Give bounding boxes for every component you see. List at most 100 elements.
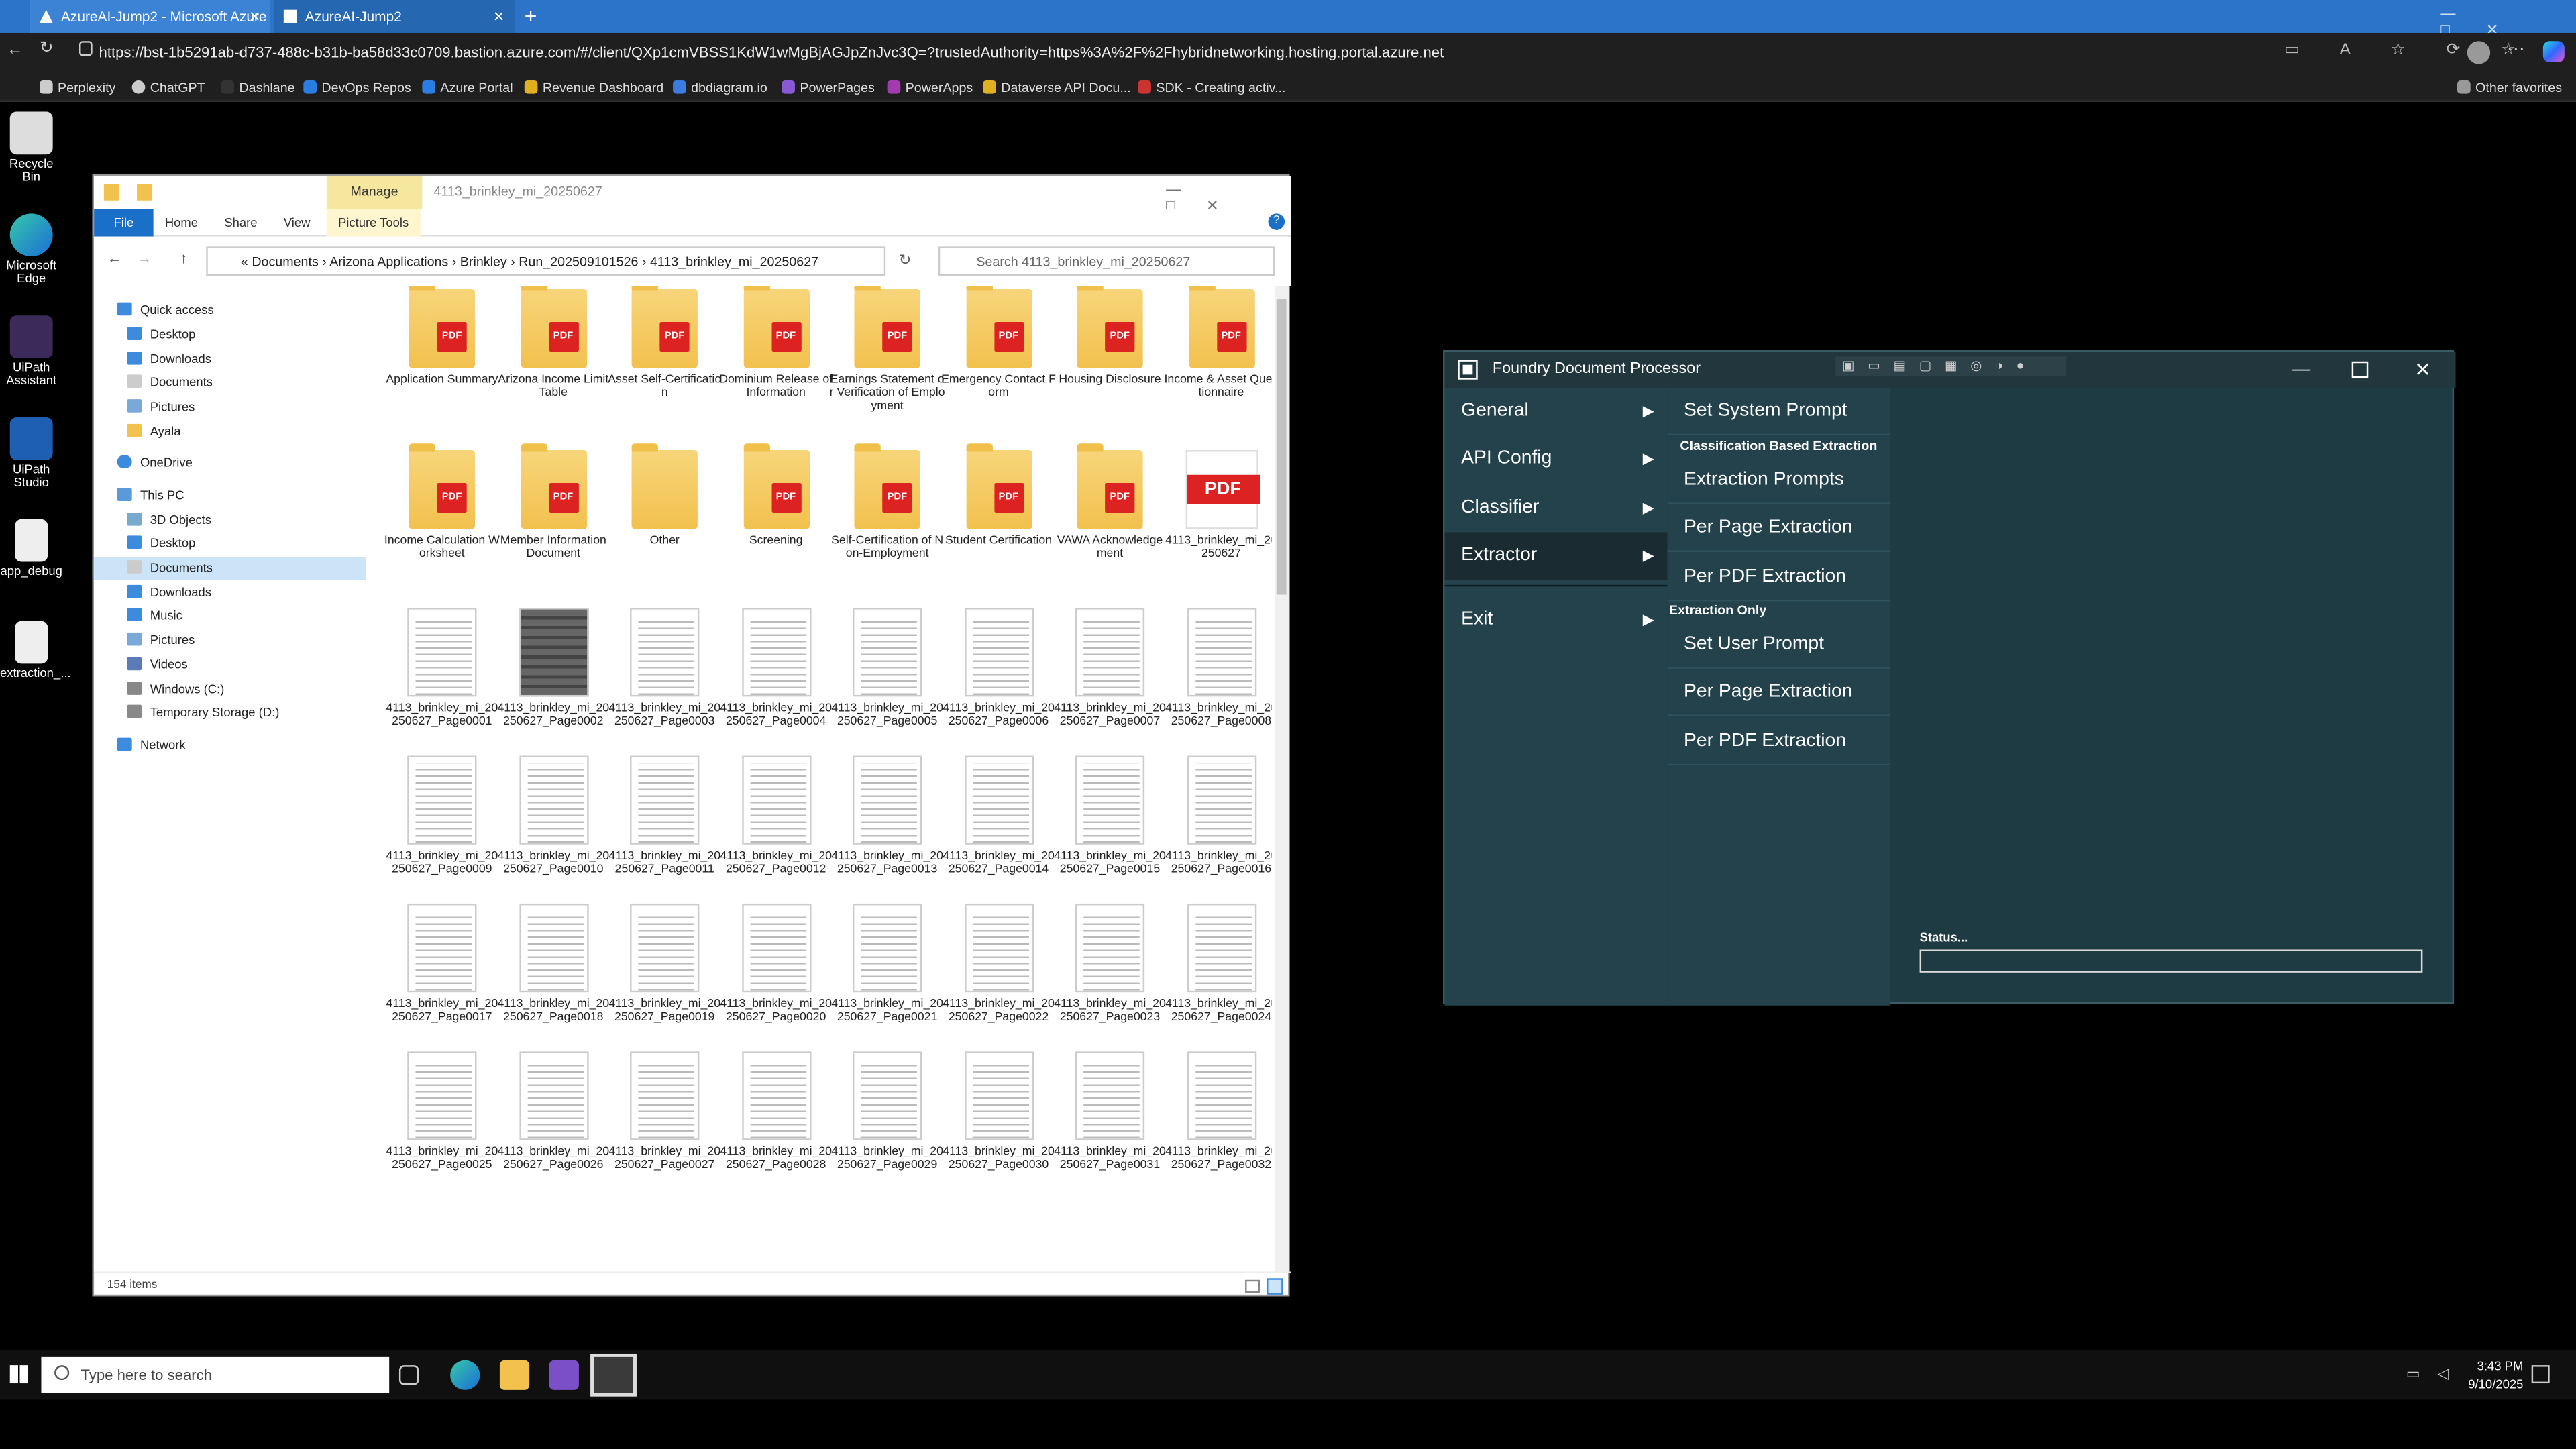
page-image-item[interactable]: 4113_brinkley_mi_20250627_Page0010	[496, 755, 611, 877]
fav-dbdiagram[interactable]: dbdiagram.io	[673, 72, 767, 102]
tab-file[interactable]: File	[94, 209, 154, 237]
foundry-app-icon[interactable]	[590, 1353, 637, 1397]
visual-studio-icon[interactable]	[549, 1360, 579, 1390]
copilot-icon[interactable]	[2542, 41, 2565, 63]
fav-powerpages[interactable]: PowerPages	[782, 72, 875, 102]
page-image-item[interactable]: 4113_brinkley_mi_20250627_Page0016	[1163, 755, 1271, 877]
menu-exit[interactable]: Exit ▶	[1445, 596, 1668, 644]
maximize-button[interactable]	[2351, 361, 2369, 378]
task-view-icon[interactable]	[398, 1365, 419, 1385]
page-image-item[interactable]: 4113_brinkley_mi_20250627_Page0004	[718, 608, 834, 729]
folder-item[interactable]: PDF Arizona Income Limit Table	[496, 286, 611, 400]
page-image-item[interactable]: 4113_brinkley_mi_20250627_Page0022	[941, 903, 1057, 1024]
page-image-item[interactable]: 4113_brinkley_mi_20250627_Page0013	[830, 755, 945, 877]
nav-pc-downloads[interactable]: Downloads	[127, 582, 211, 604]
page-image-item[interactable]: 4113_brinkley_mi_20250627_Page0009	[384, 755, 500, 877]
desktop-icon-edge[interactable]: Microsoft Edge	[0, 213, 62, 286]
nav-pc-documents[interactable]: Documents	[94, 557, 366, 580]
nav-videos[interactable]: Videos	[127, 654, 188, 677]
help-icon[interactable]: ?	[1268, 213, 1285, 230]
page-image-item[interactable]: 4113_brinkley_mi_20250627_Page0011	[607, 755, 722, 877]
nav-ayala[interactable]: Ayala	[127, 421, 181, 443]
folder-item[interactable]: PDF Dominium Release of Information	[718, 286, 834, 400]
folder-item[interactable]: PDF Asset Self-Certification	[607, 286, 722, 400]
nav-pictures[interactable]: Pictures	[127, 396, 195, 419]
close-icon[interactable]: ✕	[493, 7, 505, 25]
page-image-item[interactable]: 4113_brinkley_mi_20250627_Page0018	[496, 903, 611, 1024]
windows-start-icon[interactable]	[9, 1365, 28, 1384]
page-image-item[interactable]: 4113_brinkley_mi_20250627_Page0028	[718, 1051, 834, 1172]
fav-devops[interactable]: DevOps Repos	[303, 72, 411, 102]
minimize-button[interactable]: —	[2292, 352, 2310, 388]
url-field[interactable]: https://bst-1b5291ab-d737-488c-b31b-ba58…	[99, 38, 2293, 67]
page-image-item[interactable]: 4113_brinkley_mi_20250627_Page0032	[1163, 1051, 1271, 1172]
desktop-icon-recycle-bin[interactable]: Recycle Bin	[0, 111, 62, 184]
folder-item[interactable]: PDF Application Summary	[384, 286, 500, 386]
fav-dataverse[interactable]: Dataverse API Docu...	[983, 72, 1131, 102]
nav-onedrive[interactable]: OneDrive	[117, 451, 193, 474]
menu-general[interactable]: General ▶	[1445, 388, 1668, 435]
up-icon[interactable]: ↑	[180, 250, 187, 266]
menu-api-config[interactable]: API Config ▶	[1445, 435, 1668, 483]
nav-network[interactable]: Network	[117, 735, 186, 757]
submenu-extraction-prompts[interactable]: Extraction Prompts	[1667, 457, 1890, 504]
page-image-item[interactable]: 4113_brinkley_mi_20250627_Page0003	[607, 608, 722, 729]
nav-music[interactable]: Music	[127, 604, 182, 627]
folder-item[interactable]: PDF VAWA Acknowledgement	[1052, 443, 1167, 561]
edge-icon[interactable]	[450, 1360, 480, 1390]
nav-windows-c[interactable]: Windows (C:)	[127, 678, 224, 701]
back-icon[interactable]: ←	[107, 250, 122, 266]
nav-quick-access[interactable]: Quick access	[117, 299, 214, 322]
tab-view[interactable]: View	[272, 209, 322, 237]
taskbar-search-input[interactable]: Type here to search	[41, 1356, 390, 1393]
page-image-item[interactable]: 4113_brinkley_mi_20250627_Page0031	[1052, 1051, 1167, 1172]
nav-desktop[interactable]: Desktop	[127, 323, 195, 346]
fav-chatgpt[interactable]: ChatGPT	[131, 72, 205, 102]
page-image-item[interactable]: 4113_brinkley_mi_20250627_Page0025	[384, 1051, 500, 1172]
page-image-item[interactable]: 4113_brinkley_mi_20250627_Page0005	[830, 608, 945, 729]
pdf-file-item[interactable]: PDF 4113_brinkley_mi_20250627	[1163, 450, 1271, 561]
folder-item[interactable]: PDF Member Information Document	[496, 443, 611, 561]
page-image-item[interactable]: 4113_brinkley_mi_20250627_Page0015	[1052, 755, 1167, 877]
page-image-item[interactable]: 4113_brinkley_mi_20250627_Page0001	[384, 608, 500, 729]
page-image-item[interactable]: 4113_brinkley_mi_20250627_Page0008	[1163, 608, 1271, 729]
nav-pc-desktop[interactable]: Desktop	[127, 532, 195, 555]
desktop-icon-extraction[interactable]: extraction_...	[0, 621, 71, 680]
close-icon[interactable]: ✕	[249, 7, 261, 25]
folder-item[interactable]: PDF Student Certification	[941, 443, 1057, 547]
back-icon[interactable]: ←	[7, 41, 23, 59]
new-tab-button[interactable]: +	[525, 3, 537, 28]
desktop-icon-app-debug[interactable]: app_debug	[0, 519, 62, 578]
folder-item[interactable]: PDF Screening	[718, 443, 834, 547]
submenu-per-pdf-extraction-1[interactable]: Per PDF Extraction	[1667, 553, 1890, 602]
page-image-item[interactable]: 4113_brinkley_mi_20250627_Page0007	[1052, 608, 1167, 729]
breadcrumb[interactable]: « Documents › Arizona Applications › Bri…	[206, 246, 886, 276]
nav-downloads[interactable]: Downloads	[127, 348, 211, 371]
page-image-item[interactable]: 4113_brinkley_mi_20250627_Page0026	[496, 1051, 611, 1172]
page-image-item[interactable]: 4113_brinkley_mi_20250627_Page0006	[941, 608, 1057, 729]
nav-temp-storage[interactable]: Temporary Storage (D:)	[127, 702, 279, 724]
submenu-set-user-prompt[interactable]: Set User Prompt	[1667, 621, 1890, 669]
submenu-set-system-prompt[interactable]: Set System Prompt	[1667, 388, 1890, 435]
tab-jump2[interactable]: AzureAI-Jump2 ✕	[274, 0, 515, 33]
page-image-item[interactable]: 4113_brinkley_mi_20250627_Page0024	[1163, 903, 1271, 1024]
fav-perplexity[interactable]: Perplexity	[40, 72, 115, 102]
nav-this-pc[interactable]: This PC	[117, 484, 184, 507]
nav-pc-pictures[interactable]: Pictures	[127, 629, 195, 652]
tab-home[interactable]: Home	[154, 209, 210, 237]
folder-item[interactable]: PDF Income Calculation Worksheet	[384, 443, 500, 561]
tab-azure-portal[interactable]: AzureAI-Jump2 - Microsoft Azure ✕	[30, 0, 271, 33]
tab-picture-tools[interactable]: Picture Tools	[326, 209, 421, 237]
page-image-item[interactable]: 4113_brinkley_mi_20250627_Page0019	[607, 903, 722, 1024]
page-image-item[interactable]: 4113_brinkley_mi_20250627_Page0002	[496, 608, 611, 729]
tab-share[interactable]: Share	[213, 209, 269, 237]
details-view-icon[interactable]	[1245, 1279, 1260, 1293]
desktop-icon-uipath-assistant[interactable]: UiPath Assistant	[0, 315, 62, 388]
profile-avatar[interactable]	[2467, 41, 2491, 64]
fav-azure-portal[interactable]: Azure Portal	[422, 72, 513, 102]
page-image-item[interactable]: 4113_brinkley_mi_20250627_Page0021	[830, 903, 945, 1024]
folder-item[interactable]: PDF Self-Certification of Non-Employment	[830, 443, 945, 561]
folder-item[interactable]: PDF Income & Asset Questionnaire	[1163, 286, 1271, 400]
page-image-item[interactable]: 4113_brinkley_mi_20250627_Page0027	[607, 1051, 722, 1172]
page-image-item[interactable]: 4113_brinkley_mi_20250627_Page0012	[718, 755, 834, 877]
